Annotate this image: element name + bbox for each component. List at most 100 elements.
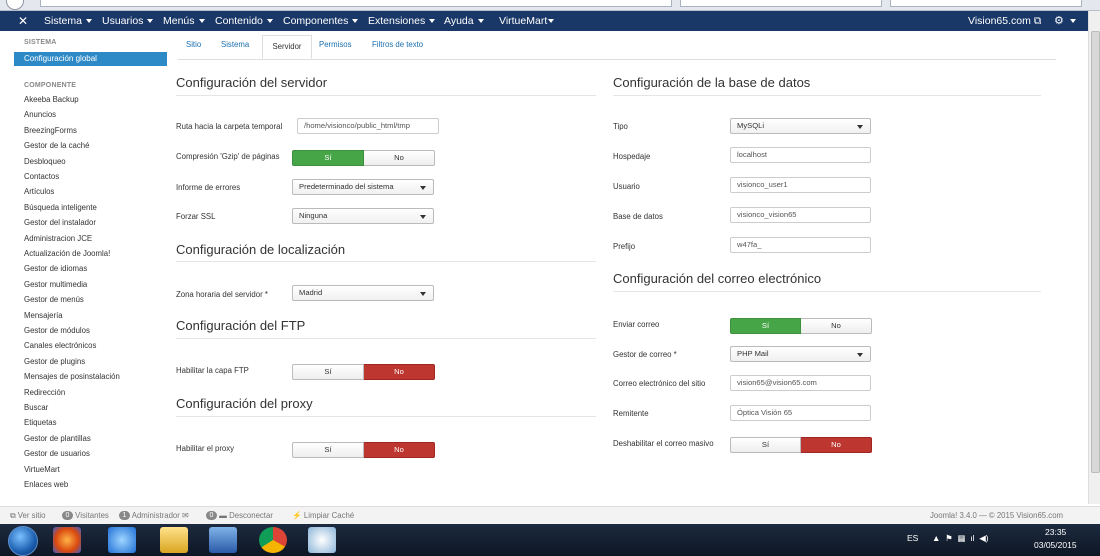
mass-mail-no-button[interactable]: No — [801, 437, 872, 453]
gzip-yes-button[interactable]: Sí — [292, 150, 364, 166]
sidebar-item[interactable]: Gestor de usuarios — [24, 449, 90, 458]
sender-input[interactable]: Óptica Visión 65 — [730, 405, 871, 421]
chevron-down-icon — [420, 186, 426, 190]
view-site-link[interactable]: ⧉ Ver sitio — [10, 511, 45, 521]
sidebar-item-configuracion-global[interactable]: Configuración global — [14, 52, 167, 66]
site-email-input[interactable]: vision65@vision65.com — [730, 375, 871, 391]
tab-servidor[interactable]: Servidor — [262, 35, 312, 59]
version-text: Joomla! 3.4.0 — © 2015 Vision65.com — [930, 511, 1064, 520]
menu-virtuemart[interactable]: VirtueMart — [499, 15, 555, 27]
mass-mail-yes-button[interactable]: Sí — [730, 437, 801, 453]
sidebar-item[interactable]: Gestor de plantillas — [24, 434, 91, 443]
site-link[interactable]: Vision65.com ⧉ — [968, 15, 1041, 28]
tab-sitio[interactable]: Sitio — [186, 40, 201, 49]
db-host-input[interactable]: localhost — [730, 147, 871, 163]
paint-icon[interactable] — [308, 527, 336, 553]
sidebar-item[interactable]: Mensajería — [24, 311, 63, 320]
browser-tab-strip[interactable] — [890, 0, 1082, 7]
menu-componentes[interactable]: Componentes — [283, 15, 359, 27]
sidebar-item[interactable]: Administracion JCE — [24, 234, 92, 243]
sidebar-item[interactable]: VirtueMart — [24, 465, 60, 474]
menu-ayuda[interactable]: Ayuda — [444, 15, 484, 27]
windows-start-icon[interactable] — [8, 526, 38, 556]
browser-back-button[interactable] — [6, 0, 24, 10]
mailer-select[interactable]: PHP Mail — [730, 346, 871, 362]
tab-permisos[interactable]: Permisos — [319, 40, 352, 49]
sidebar-item[interactable]: Gestor de la caché — [24, 141, 89, 150]
sidebar-item[interactable]: Contactos — [24, 172, 59, 181]
sidebar-item[interactable]: Búsqueda inteligente — [24, 203, 97, 212]
chevron-down-icon — [266, 19, 273, 24]
messages-badge: 0 — [206, 511, 217, 521]
page-scrollbar[interactable] — [1088, 11, 1100, 504]
chrome-icon[interactable] — [259, 527, 287, 553]
menu-contenido[interactable]: Contenido — [215, 15, 273, 27]
chevron-down-icon — [420, 215, 426, 219]
menu-sistema[interactable]: Sistema — [44, 15, 92, 27]
sidebar-item[interactable]: Akeeba Backup — [24, 95, 79, 104]
sidebar-item[interactable]: Gestor multimedia — [24, 280, 87, 289]
force-ssl-select[interactable]: Ninguna — [292, 208, 434, 224]
tab-filtros-texto[interactable]: Filtros de texto — [372, 40, 423, 49]
sidebar-item[interactable]: Redirección — [24, 388, 65, 397]
menu-label: Componentes — [283, 15, 349, 27]
timezone-select[interactable]: Madrid — [292, 285, 434, 301]
browser-search-box[interactable] — [680, 0, 882, 7]
sidebar-item[interactable]: Anuncios — [24, 110, 56, 119]
site-email-label: Correo electrónico del sitio — [613, 379, 706, 388]
ftp-yes-button[interactable]: Sí — [292, 364, 364, 380]
tray-icons[interactable]: ▲ ⚑ ▦ ıl ◀) — [932, 533, 989, 544]
clock-time[interactable]: 23:35 — [1045, 527, 1066, 537]
db-host-label: Hospedaje — [613, 152, 651, 161]
sidebar-item[interactable]: Canales electrónicos — [24, 341, 96, 350]
clock-date[interactable]: 03/05/2015 — [1034, 540, 1077, 550]
sidebar-item[interactable]: Actualización de Joomla! — [24, 249, 110, 258]
mass-mail-label: Deshabilitar el correo masivo — [613, 439, 714, 448]
sidebar-item[interactable]: Etiquetas — [24, 418, 57, 427]
address-bar[interactable] — [40, 0, 672, 7]
language-indicator[interactable]: ES — [907, 533, 918, 543]
menu-usuarios[interactable]: Usuarios — [102, 15, 154, 27]
sender-label: Remitente — [613, 409, 649, 418]
db-user-input[interactable]: visionco_user1 — [730, 177, 871, 193]
menu-label: Usuarios — [102, 15, 144, 27]
ftp-no-button[interactable]: No — [364, 364, 435, 380]
menu-menus[interactable]: Menús — [163, 15, 205, 27]
scrollbar-thumb[interactable] — [1091, 31, 1100, 473]
joomla-logo-icon[interactable]: ✕ — [16, 14, 30, 28]
sidebar-item[interactable]: Enlaces web — [24, 480, 68, 489]
tmp-path-input[interactable]: /home/visionco/public_html/tmp — [297, 118, 439, 134]
sidebar-item[interactable]: Artículos — [24, 187, 54, 196]
admin-status: 1 Administrador ✉ — [119, 511, 189, 521]
db-prefix-input[interactable]: w47fa_ — [730, 237, 871, 253]
clear-cache-link[interactable]: ⚡ Limpiar Caché — [292, 511, 354, 520]
error-report-select[interactable]: Predeterminado del sistema — [292, 179, 434, 195]
db-type-select[interactable]: MySQLi — [730, 118, 871, 134]
sidebar-item[interactable]: Desbloqueo — [24, 157, 66, 166]
menu-extensiones[interactable]: Extensiones — [368, 15, 436, 27]
user-menu-button[interactable]: ⚙ — [1054, 14, 1076, 27]
internet-explorer-icon[interactable] — [108, 527, 136, 553]
tab-sistema[interactable]: Sistema — [221, 40, 249, 49]
proxy-yes-button[interactable]: Sí — [292, 442, 364, 458]
chevron-down-icon — [857, 125, 863, 129]
sidebar-item[interactable]: Gestor de idiomas — [24, 264, 87, 273]
site-name: Vision65.com — [968, 15, 1031, 27]
sidebar-item[interactable]: BreezingForms — [24, 126, 77, 135]
chevron-down-icon — [198, 19, 205, 24]
proxy-no-button[interactable]: No — [364, 442, 435, 458]
folder-icon[interactable] — [160, 527, 188, 553]
messages-status[interactable]: 0 ▬ Desconectar — [206, 511, 273, 521]
sidebar-item[interactable]: Gestor de módulos — [24, 326, 90, 335]
send-mail-no-button[interactable]: No — [801, 318, 872, 334]
db-name-input[interactable]: visionco_vision65 — [730, 207, 871, 223]
sidebar-item[interactable]: Gestor del instalador — [24, 218, 96, 227]
firefox-icon[interactable] — [53, 527, 81, 553]
send-mail-yes-button[interactable]: Sí — [730, 318, 801, 334]
sidebar-item[interactable]: Gestor de plugins — [24, 357, 85, 366]
sidebar-item[interactable]: Mensajes de posinstalación — [24, 372, 120, 381]
gzip-no-button[interactable]: No — [364, 150, 435, 166]
media-player-icon[interactable] — [209, 527, 237, 553]
sidebar-item[interactable]: Buscar — [24, 403, 48, 412]
sidebar-item[interactable]: Gestor de menús — [24, 295, 84, 304]
